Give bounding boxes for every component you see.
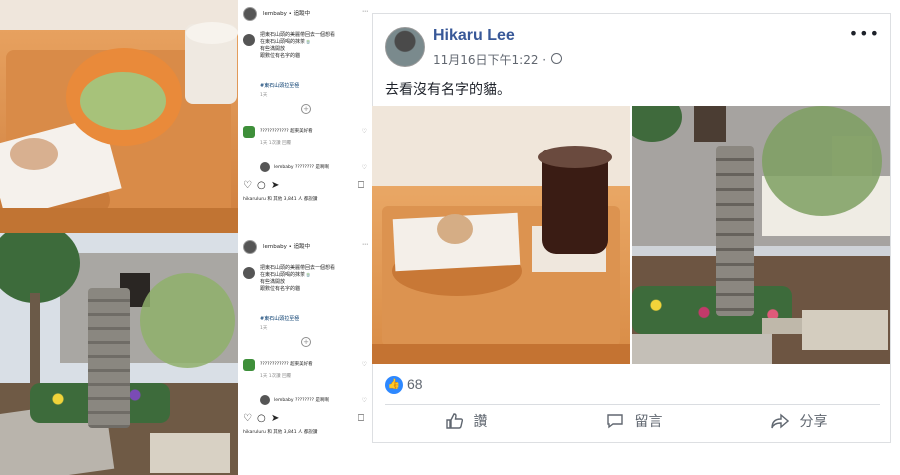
post-time: 1天 xyxy=(260,93,268,98)
heart-icon[interactable]: ♡ xyxy=(243,413,252,424)
like-label: 讚 xyxy=(473,414,488,430)
avatar[interactable] xyxy=(243,7,257,21)
share-button[interactable]: 分享 xyxy=(771,411,827,439)
matcha-photo xyxy=(0,0,238,233)
comment-heart-icon[interactable]: ♡ xyxy=(362,164,367,171)
avatar[interactable] xyxy=(243,240,257,254)
coffee-photo[interactable] xyxy=(372,106,630,364)
avatar[interactable] xyxy=(243,267,255,279)
divider xyxy=(385,404,880,405)
comment-icon[interactable]: ○ xyxy=(257,180,266,191)
comment-meta: 1天 1次讚 回覆 xyxy=(260,374,292,379)
caption: 把東石山頭的美麗帶回去一個想看 在東石山頭喝的抹茶🍵 有些滿開放 跟數位有名字的… xyxy=(260,265,336,292)
author-name[interactable]: Hikaru Lee xyxy=(433,27,515,45)
garden-photo-right[interactable] xyxy=(632,106,890,364)
likes-count[interactable]: hikaruluru 和 其他 3,841 人 都說讚 xyxy=(243,429,317,435)
share-icon[interactable]: ➤ xyxy=(271,413,279,424)
avatar[interactable] xyxy=(260,395,270,405)
hashtag-link[interactable]: #東石山頭拉至極 xyxy=(260,315,299,322)
instagram-panel: lembaby • 追蹤中 ⋯ 把東石山頭的美麗帶回去一個想看 在東石山頭喝的抹… xyxy=(238,0,372,475)
post-time: 1天 xyxy=(260,326,268,331)
post-actions: ♡ ○ ➤ ⎕ xyxy=(243,180,367,192)
avatar[interactable] xyxy=(243,126,255,138)
share-icon[interactable]: ➤ xyxy=(271,180,279,191)
share-arrow-icon xyxy=(771,413,789,429)
comment-heart-icon[interactable]: ♡ xyxy=(362,361,367,368)
more-icon[interactable]: ⋯ xyxy=(362,8,368,15)
garden-photo-left xyxy=(0,233,238,475)
likes-count[interactable]: hikaruluru 和 其他 3,841 人 都說讚 xyxy=(243,196,317,202)
post-timestamp[interactable]: 11月16日下午1:22 · xyxy=(433,51,546,68)
avatar[interactable] xyxy=(243,359,255,371)
username[interactable]: lembaby • 追蹤中 xyxy=(263,242,310,250)
comment-icon[interactable]: ○ xyxy=(257,413,266,424)
caption: 把東石山頭的美麗帶回去一個想看 在東石山頭喝的抹茶🍵 有些滿開放 跟數位有名字的… xyxy=(260,32,336,59)
heart-icon[interactable]: ♡ xyxy=(243,180,252,191)
post-actions: ♡ ○ ➤ ⎕ xyxy=(243,413,367,425)
comment-icon xyxy=(607,414,623,429)
comment-text: lembaby ???????? 是啊啊 xyxy=(274,398,330,403)
comment-text: ???????????? 超東美好看 xyxy=(260,362,313,367)
load-more-comments-icon[interactable]: + xyxy=(301,337,311,347)
comment-label: 留言 xyxy=(634,414,663,430)
bookmark-icon[interactable]: ⎕ xyxy=(358,413,364,424)
like-count[interactable]: 68 xyxy=(407,376,423,392)
comment-meta: 1天 1次讚 回覆 xyxy=(260,141,292,146)
bookmark-icon[interactable]: ⎕ xyxy=(358,180,364,191)
comment-button[interactable]: 留言 xyxy=(606,411,662,439)
like-button[interactable]: 讚 xyxy=(445,411,487,439)
globe-icon xyxy=(551,53,562,64)
share-label: 分享 xyxy=(799,414,828,430)
avatar[interactable] xyxy=(260,162,270,172)
comment-text: ???????????? 超東美好看 xyxy=(260,129,313,134)
avatar[interactable] xyxy=(385,27,425,67)
more-icon[interactable]: ⋯ xyxy=(362,241,368,248)
hashtag-link[interactable]: #東石山頭拉至極 xyxy=(260,82,299,89)
load-more-comments-icon[interactable]: + xyxy=(301,104,311,114)
comment-heart-icon[interactable]: ♡ xyxy=(362,397,367,404)
thumbs-up-icon xyxy=(446,413,463,429)
username[interactable]: lembaby • 追蹤中 xyxy=(263,9,310,17)
instagram-post: lembaby • 追蹤中 ⋯ 把東石山頭的美麗帶回去一個想看 在東石山頭喝的抹… xyxy=(238,4,372,202)
more-options-icon[interactable]: ••• xyxy=(849,24,880,43)
like-reaction-icon[interactable]: 👍 xyxy=(385,376,403,394)
post-text: 去看沒有名字的貓。 xyxy=(385,82,511,98)
comment-text: lembaby ???????? 是啊啊 xyxy=(274,165,330,170)
avatar[interactable] xyxy=(243,34,255,46)
screenshot-collage: lembaby • 追蹤中 ⋯ 把東石山頭的美麗帶回去一個想看 在東石山頭喝的抹… xyxy=(0,0,900,475)
comment-heart-icon[interactable]: ♡ xyxy=(362,128,367,135)
instagram-post: lembaby • 追蹤中 ⋯ 把東石山頭的美麗帶回去一個想看 在東石山頭喝的抹… xyxy=(238,237,372,435)
